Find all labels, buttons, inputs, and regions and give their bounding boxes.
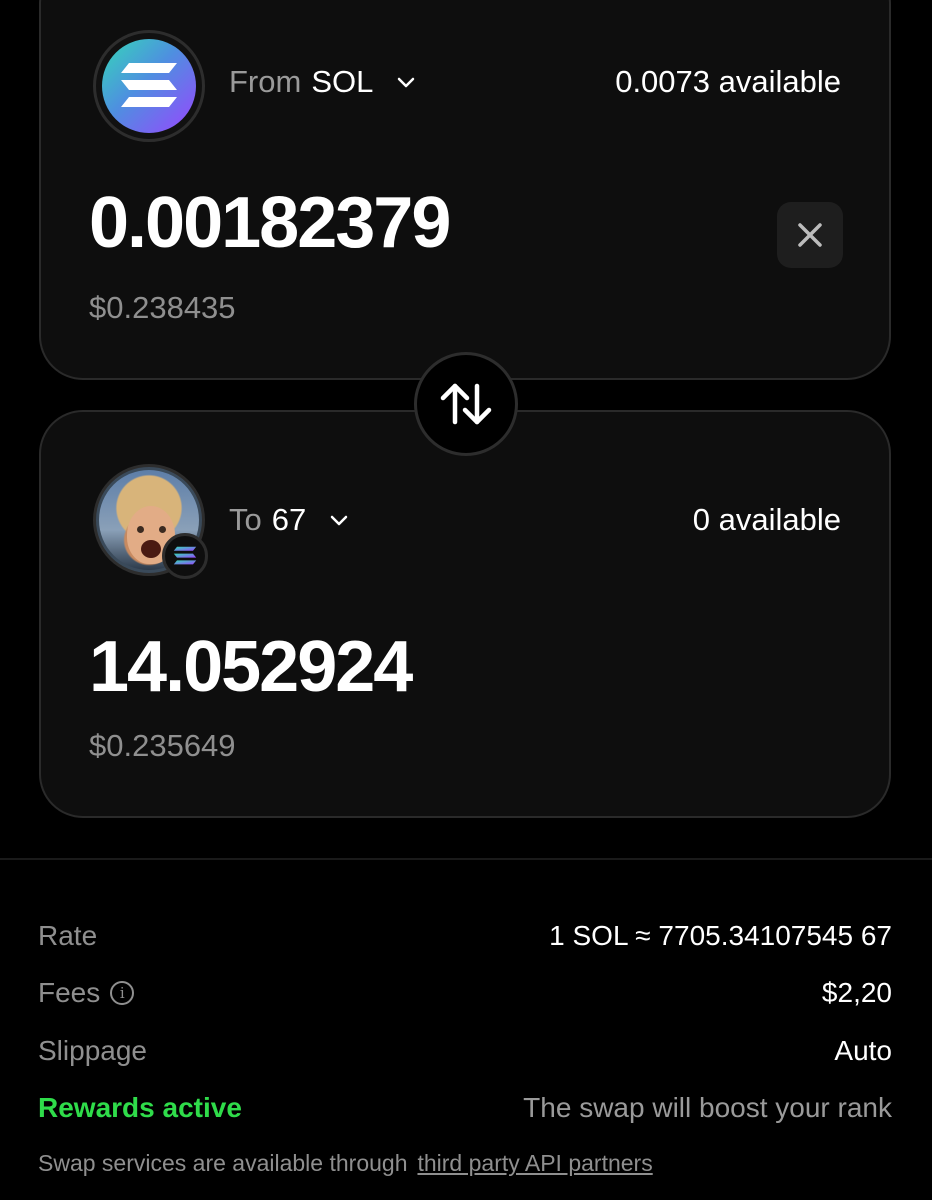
rewards-status: Rewards active [38,1092,242,1123]
to-usd-value: $0.235649 [89,728,236,763]
rewards-description: The swap will boost your rank [523,1092,892,1123]
chevron-down-icon [398,77,415,88]
from-usd-value: $0.238435 [89,290,236,325]
third-party-partners-link[interactable]: third party API partners [417,1150,652,1177]
fees-label: Fees [38,977,101,1008]
from-token-avatar[interactable] [93,30,205,142]
section-divider [0,858,932,860]
solana-chain-badge-icon [162,533,208,579]
chevron-down-icon [330,515,348,526]
from-symbol: SOL [311,64,374,99]
slippage-label: Slippage [38,1035,147,1066]
info-icon[interactable]: i [110,981,135,1005]
from-token-selector[interactable]: From SOL [229,64,417,100]
to-available-balance: 0 available [692,502,841,537]
fees-label-group: Fees i [38,977,135,1009]
to-token-card: To 67 0 available 14.052924 $0.235649 [39,410,891,818]
fees-value: $2,20 [821,977,892,1008]
from-token-card: From SOL 0.0073 available 0.00182379 $0.… [39,0,891,380]
from-amount-input[interactable]: 0.00182379 [89,182,451,264]
swap-arrows-icon [440,383,492,425]
slippage-value[interactable]: Auto [834,1035,892,1067]
footer-text: Swap services are available through [38,1150,408,1176]
clear-amount-button[interactable] [777,202,843,268]
close-icon [798,223,822,247]
rewards-row: Rewards active The swap will boost your … [38,1092,892,1124]
solana-logo-icon [102,39,196,133]
rate-value: 1 SOL ≈ 7705.34107545 67 [549,920,892,951]
to-token-avatar[interactable] [93,464,208,579]
to-prefix: To [229,502,262,537]
rate-label: Rate [38,920,98,951]
to-symbol: 67 [271,502,307,537]
footer-disclaimer: Swap services are available through thir… [38,1150,653,1177]
swap-direction-button[interactable] [414,352,518,456]
from-available-balance: 0.0073 available [615,64,841,99]
from-prefix: From [229,64,302,99]
to-amount-output: 14.052924 [89,627,413,707]
fees-row: Fees i $2,20 [38,977,892,1009]
rate-row: Rate 1 SOL ≈ 7705.34107545 67 [38,920,892,952]
to-token-selector[interactable]: To 67 [229,502,350,538]
slippage-row[interactable]: Slippage Auto [38,1035,892,1067]
